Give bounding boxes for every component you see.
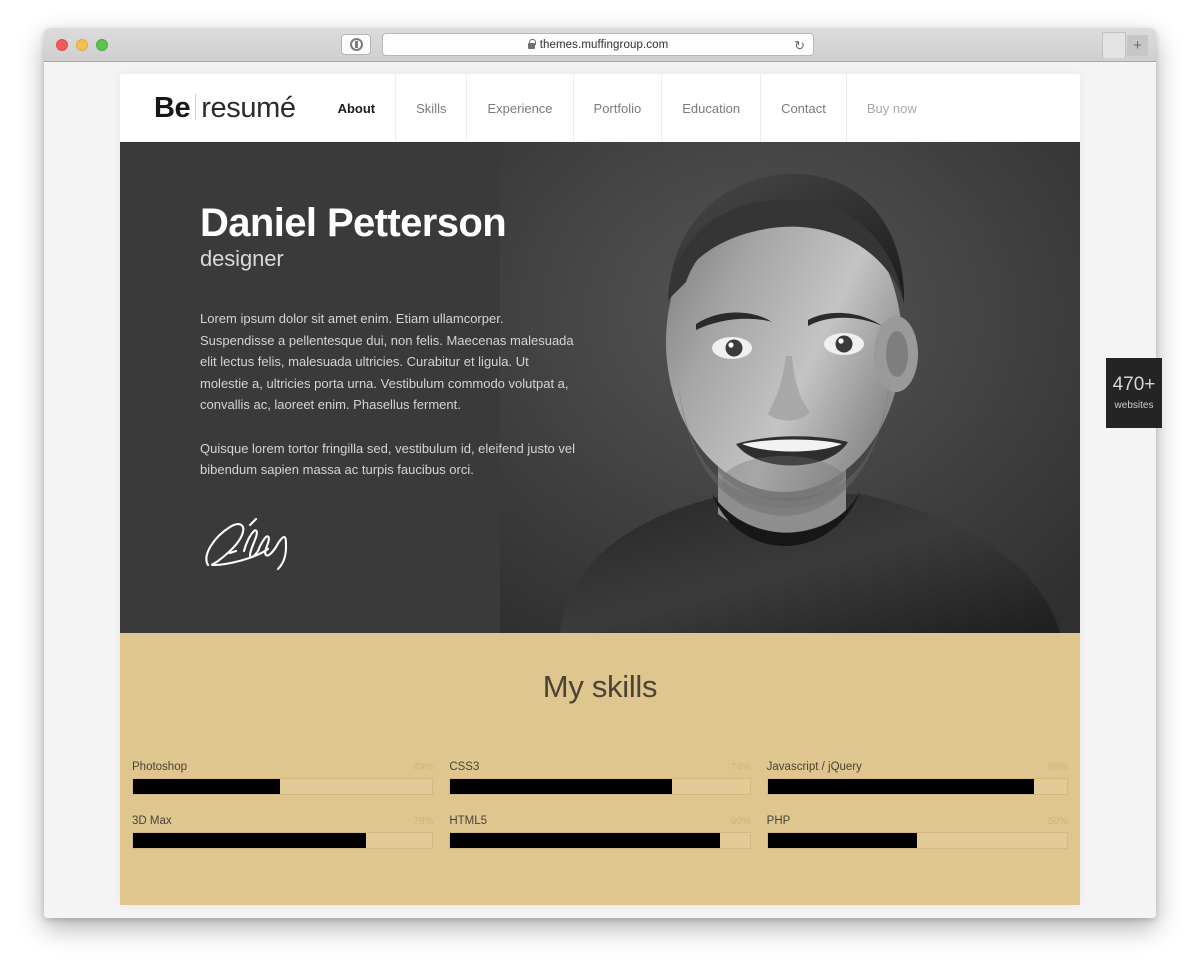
skill-bar-track bbox=[766, 778, 1068, 795]
logo-divider bbox=[195, 94, 197, 120]
badge-label: websites bbox=[1114, 400, 1154, 411]
new-tab-button[interactable]: + bbox=[1127, 35, 1148, 56]
skills-column-1: Photoshop 49% 3D Max 78% bbox=[132, 761, 434, 849]
hero-paragraph-2: Quisque lorem tortor fringilla sed, vest… bbox=[200, 440, 576, 478]
skill-bar-track bbox=[449, 778, 751, 795]
nav-item-skills[interactable]: Skills bbox=[395, 74, 466, 142]
skills-title: My skills bbox=[542, 669, 658, 704]
nav-item-contact[interactable]: Contact bbox=[760, 74, 846, 142]
skill-bar-fill bbox=[133, 833, 367, 848]
skill-percent: 78% bbox=[413, 816, 434, 827]
main-navigation: About Skills Experience Portfolio Educat… bbox=[334, 74, 937, 142]
skill-bar-fill bbox=[767, 779, 1035, 794]
skill-bar-track bbox=[132, 832, 434, 849]
skill-item: PHP 50% bbox=[766, 815, 1068, 849]
skill-bar-track bbox=[449, 832, 751, 849]
skill-name: 3D Max bbox=[132, 815, 172, 827]
window-controls[interactable] bbox=[56, 39, 108, 51]
tab-strip-edge bbox=[1102, 32, 1126, 58]
skills-column-2: CSS3 74% HTML5 90% bbox=[449, 761, 751, 849]
signature-icon bbox=[200, 515, 580, 578]
hero-paragraph-1: Lorem ipsum dolor sit amet enim. Etiam u… bbox=[200, 311, 574, 412]
zoom-window-button[interactable] bbox=[96, 39, 108, 51]
website-page: Be resumé About Skills Experience Portfo… bbox=[120, 74, 1080, 905]
skill-percent: 74% bbox=[730, 762, 751, 773]
minimize-window-button[interactable] bbox=[76, 39, 88, 51]
skill-name: CSS3 bbox=[449, 761, 480, 773]
logo-light-text: resumé bbox=[201, 92, 296, 124]
skill-percent: 49% bbox=[413, 762, 434, 773]
logo-bold-text: Be bbox=[154, 92, 191, 124]
nav-item-education[interactable]: Education bbox=[661, 74, 760, 142]
nav-item-experience[interactable]: Experience bbox=[466, 74, 572, 142]
skill-bar-fill bbox=[133, 779, 280, 794]
skills-grid: Photoshop 49% 3D Max 78% CSS3 74% HTML5 … bbox=[120, 761, 1080, 849]
site-logo[interactable]: Be resumé bbox=[154, 91, 296, 125]
skill-item: 3D Max 78% bbox=[132, 815, 434, 849]
skills-section: My skills Photoshop 49% 3D Max 78% CSS3 … bbox=[120, 633, 1080, 905]
skill-bar-track bbox=[132, 778, 434, 795]
skill-item: HTML5 90% bbox=[449, 815, 751, 849]
nav-item-buy-now[interactable]: Buy now bbox=[845, 74, 937, 142]
websites-count-badge[interactable]: 470+ websites bbox=[1106, 358, 1162, 428]
skill-bar-track bbox=[766, 832, 1068, 849]
browser-titlebar: themes.muffingroup.com ↻ + bbox=[44, 28, 1156, 62]
browser-window: themes.muffingroup.com ↻ + Be resumé Abo… bbox=[44, 28, 1156, 918]
reload-icon[interactable]: ↻ bbox=[794, 38, 805, 53]
skill-bar-fill bbox=[767, 833, 918, 848]
reader-mode-button[interactable] bbox=[341, 34, 371, 55]
address-bar[interactable]: themes.muffingroup.com ↻ bbox=[382, 33, 814, 56]
skill-item: Photoshop 49% bbox=[132, 761, 434, 795]
skill-bar-fill bbox=[450, 833, 720, 848]
skill-bar-fill bbox=[450, 779, 672, 794]
address-bar-url: themes.muffingroup.com bbox=[539, 38, 669, 51]
skill-percent: 90% bbox=[730, 816, 751, 827]
hero-text-block: Daniel Petterson designer Lorem ipsum do… bbox=[200, 202, 580, 578]
site-header: Be resumé About Skills Experience Portfo… bbox=[120, 74, 1080, 142]
reader-mode-icon bbox=[349, 38, 363, 51]
lock-icon bbox=[527, 39, 536, 49]
skills-column-3: Javascript / jQuery 89% PHP 50% bbox=[766, 761, 1068, 849]
badge-count: 470+ bbox=[1112, 374, 1156, 395]
skill-name: HTML5 bbox=[449, 815, 488, 827]
hero-role: designer bbox=[200, 246, 284, 271]
skill-item: CSS3 74% bbox=[449, 761, 751, 795]
close-window-button[interactable] bbox=[56, 39, 68, 51]
skill-percent: 89% bbox=[1047, 762, 1068, 773]
skill-item: Javascript / jQuery 89% bbox=[766, 761, 1068, 795]
hero-name: Daniel Petterson bbox=[200, 201, 507, 245]
hero-section: Daniel Petterson designer Lorem ipsum do… bbox=[120, 142, 1080, 633]
skill-percent: 50% bbox=[1047, 816, 1068, 827]
skill-name: Javascript / jQuery bbox=[766, 761, 862, 773]
nav-item-portfolio[interactable]: Portfolio bbox=[572, 74, 662, 142]
skill-name: Photoshop bbox=[132, 761, 187, 773]
browser-viewport: Be resumé About Skills Experience Portfo… bbox=[44, 62, 1156, 918]
portrait-photo bbox=[500, 142, 1080, 633]
skill-name: PHP bbox=[766, 815, 791, 827]
nav-item-about[interactable]: About bbox=[334, 74, 396, 142]
